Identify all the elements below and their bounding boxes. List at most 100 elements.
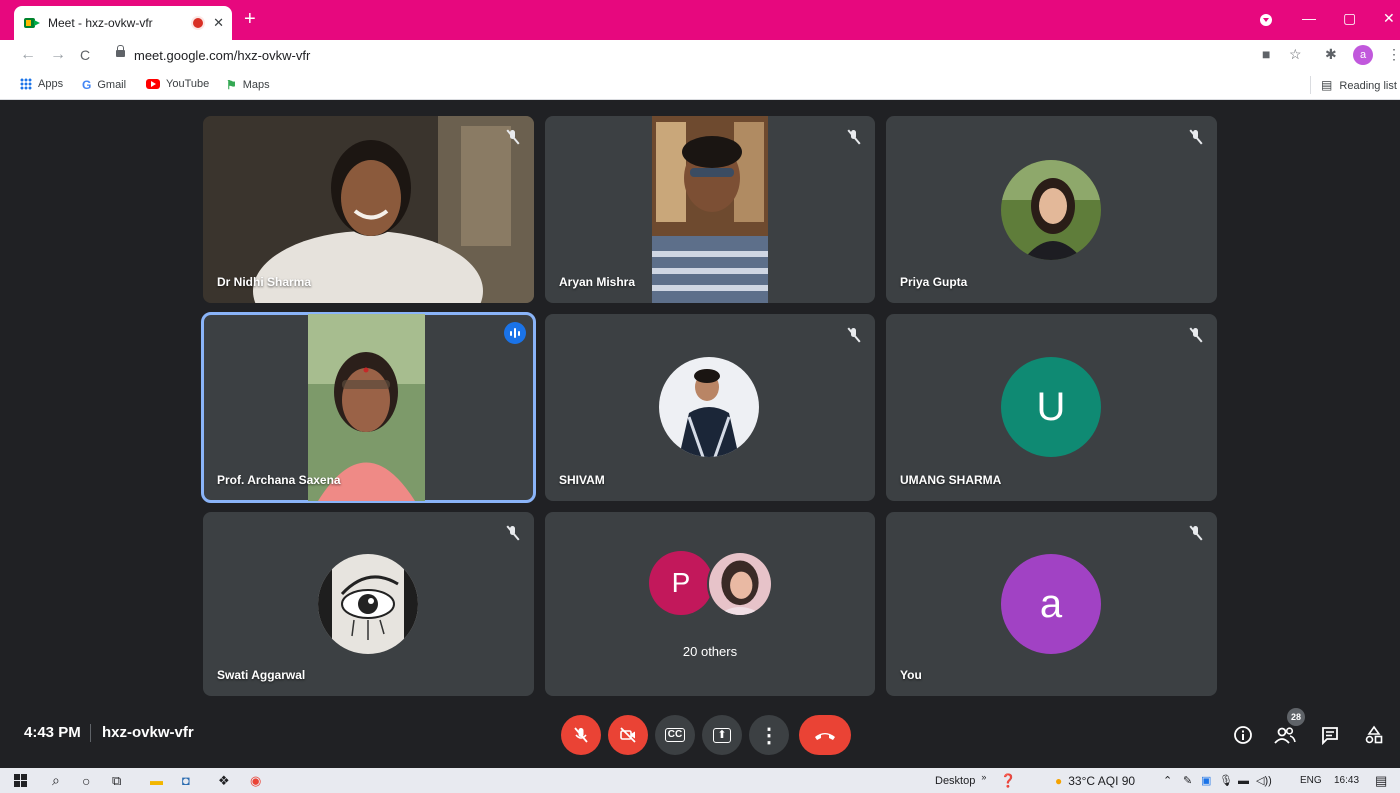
muted-mic-icon bbox=[843, 324, 865, 346]
forward-button[interactable]: → bbox=[50, 46, 66, 64]
present-icon: ⬆ bbox=[713, 727, 731, 743]
volume-tray-icon[interactable]: ◁)) bbox=[1256, 772, 1272, 789]
tab-title: Meet - hxz-ovkw-vfr bbox=[48, 16, 153, 30]
muted-mic-icon bbox=[1185, 324, 1207, 346]
muted-mic-icon bbox=[843, 126, 865, 148]
self-tile[interactable]: a You bbox=[886, 512, 1217, 696]
leave-call-button[interactable] bbox=[799, 715, 851, 755]
bookmark-gmail[interactable]: G Gmail bbox=[82, 78, 126, 92]
bookmark-apps[interactable]: Apps bbox=[20, 78, 63, 90]
store-bag-icon: ◘ bbox=[182, 773, 190, 788]
divider bbox=[90, 724, 91, 742]
others-tile[interactable]: P 20 others bbox=[545, 512, 875, 696]
participant-tile[interactable]: Swati Aggarwal bbox=[203, 512, 534, 696]
chrome-menu-icon[interactable]: ⋮ bbox=[1387, 46, 1400, 63]
network-tray-icon[interactable]: ▬ bbox=[1238, 772, 1249, 789]
profile-avatar[interactable]: a bbox=[1353, 45, 1373, 65]
reading-list-button[interactable]: ▤ Reading list bbox=[1310, 76, 1397, 94]
input-language[interactable]: ENG bbox=[1300, 772, 1322, 789]
apps-grid-icon bbox=[20, 78, 32, 90]
camera-in-use-icon[interactable]: ■ bbox=[1262, 46, 1270, 62]
meeting-control-bar: 4:43 PM hxz-ovkw-vfr CC ⬆ ⋮ 28 bbox=[0, 700, 1400, 768]
task-view-button[interactable]: ⧉ bbox=[112, 772, 121, 789]
security-tray-icon[interactable]: ▣ bbox=[1201, 772, 1211, 789]
participant-tile[interactable]: U UMANG SHARMA bbox=[886, 314, 1217, 501]
windows-logo-icon bbox=[14, 774, 27, 787]
browser-tab[interactable]: Meet - hxz-ovkw-vfr ✕ bbox=[14, 6, 232, 40]
participants-count-badge: 28 bbox=[1287, 708, 1305, 726]
folder-icon: ▬ bbox=[150, 773, 163, 788]
meet-favicon-icon bbox=[24, 15, 40, 31]
new-tab-button[interactable]: + bbox=[244, 8, 256, 30]
minimize-button[interactable]: — bbox=[1302, 10, 1316, 26]
extensions-icon[interactable]: ✱ bbox=[1325, 46, 1337, 63]
lock-icon[interactable] bbox=[116, 45, 125, 57]
chevron-up-icon: ⌃ bbox=[1163, 775, 1173, 787]
reading-list-icon: ▤ bbox=[1321, 78, 1333, 92]
chevron-right-icon: » bbox=[981, 771, 987, 782]
browser-title-bar: Meet - hxz-ovkw-vfr ✕ + — ▢ ✕ bbox=[0, 0, 1400, 40]
start-button[interactable] bbox=[14, 772, 27, 789]
bookmark-maps[interactable]: ⚑ Maps bbox=[226, 78, 270, 92]
file-explorer-button[interactable]: ▬ bbox=[150, 772, 163, 789]
self-letter-avatar: a bbox=[1001, 554, 1101, 654]
reading-list-label: Reading list bbox=[1339, 80, 1397, 92]
mic-tray-icon[interactable]: 🎙 bbox=[1219, 772, 1233, 789]
meeting-clock: 4:43 PM bbox=[24, 724, 81, 741]
cortana-button[interactable]: ○ bbox=[82, 772, 90, 789]
muted-mic-icon bbox=[1185, 126, 1207, 148]
camera-off-icon bbox=[620, 727, 636, 743]
speaker-icon: ◁)) bbox=[1256, 775, 1272, 787]
reload-button[interactable]: C bbox=[80, 47, 90, 63]
maximize-button[interactable]: ▢ bbox=[1343, 10, 1356, 27]
chrome-taskbar-button[interactable]: ◉ bbox=[250, 772, 261, 789]
camera-toggle-button[interactable] bbox=[608, 715, 648, 755]
participant-avatar-photo bbox=[1001, 160, 1101, 260]
participant-tile[interactable]: Dr Nidhi Sharma bbox=[203, 116, 534, 303]
network-icon: ▬ bbox=[1238, 774, 1249, 787]
dropbox-button[interactable]: ❖ bbox=[218, 772, 230, 789]
mic-toggle-button[interactable] bbox=[561, 715, 601, 755]
window-close-button[interactable]: ✕ bbox=[1383, 10, 1395, 27]
bookmark-youtube[interactable]: YouTube bbox=[146, 78, 209, 90]
participant-tile[interactable]: Aryan Mishra bbox=[545, 116, 875, 303]
back-button[interactable]: ← bbox=[20, 46, 36, 64]
weather-text: 33°C AQI 90 bbox=[1068, 773, 1136, 788]
present-screen-button[interactable]: ⬆ bbox=[702, 715, 742, 755]
weather-sun-icon: ● bbox=[1055, 773, 1063, 788]
tab-close-button[interactable]: ✕ bbox=[213, 15, 224, 31]
chrome-profile-menu-icon[interactable] bbox=[1260, 14, 1272, 26]
store-button[interactable]: ◘ bbox=[182, 772, 190, 789]
help-button[interactable]: ❓ bbox=[1000, 772, 1016, 789]
more-vert-icon: ⋮ bbox=[759, 724, 779, 747]
desktop-toolbar[interactable]: Desktop » bbox=[935, 772, 986, 789]
chat-button[interactable] bbox=[1317, 722, 1343, 748]
windows-taskbar: ⌕ ○ ⧉ ▬ ◘ ❖ ◉ Desktop » ❓ ● 33°C AQI 90 … bbox=[0, 768, 1400, 793]
desktop-label: Desktop bbox=[935, 774, 976, 787]
action-center-button[interactable]: ▤ bbox=[1375, 772, 1387, 789]
hang-up-icon bbox=[815, 733, 835, 740]
participant-tile-active-speaker[interactable]: Prof. Archana Saxena bbox=[201, 312, 536, 503]
weather-widget[interactable]: ● 33°C AQI 90 bbox=[1055, 772, 1135, 789]
activities-button[interactable] bbox=[1361, 722, 1387, 748]
show-hidden-icons-button[interactable]: ⌃ bbox=[1163, 772, 1172, 789]
shield-icon: ▣ bbox=[1201, 775, 1212, 787]
people-icon bbox=[1274, 727, 1296, 744]
language-label: ENG bbox=[1300, 775, 1322, 786]
address-bar[interactable]: meet.google.com/hxz-ovkw-vfr bbox=[134, 48, 310, 63]
participant-tile[interactable]: SHIVAM bbox=[545, 314, 875, 501]
browser-toolbar: ← → C meet.google.com/hxz-ovkw-vfr ■ ☆ ✱… bbox=[0, 40, 1400, 72]
participant-name: Prof. Archana Saxena bbox=[217, 473, 341, 487]
system-clock[interactable]: 16:43 bbox=[1334, 772, 1359, 789]
bookmark-label: Apps bbox=[38, 78, 64, 90]
bookmark-label: Gmail bbox=[97, 79, 127, 91]
meeting-details-button[interactable] bbox=[1230, 722, 1256, 748]
pen-icon[interactable]: ✎ bbox=[1183, 772, 1192, 789]
search-button[interactable]: ⌕ bbox=[52, 772, 60, 789]
more-options-button[interactable]: ⋮ bbox=[749, 715, 789, 755]
bookmark-star-icon[interactable]: ☆ bbox=[1289, 46, 1302, 63]
mic-off-icon bbox=[574, 727, 588, 743]
chat-icon bbox=[1322, 727, 1338, 745]
captions-button[interactable]: CC bbox=[655, 715, 695, 755]
participant-tile[interactable]: Priya Gupta bbox=[886, 116, 1217, 303]
